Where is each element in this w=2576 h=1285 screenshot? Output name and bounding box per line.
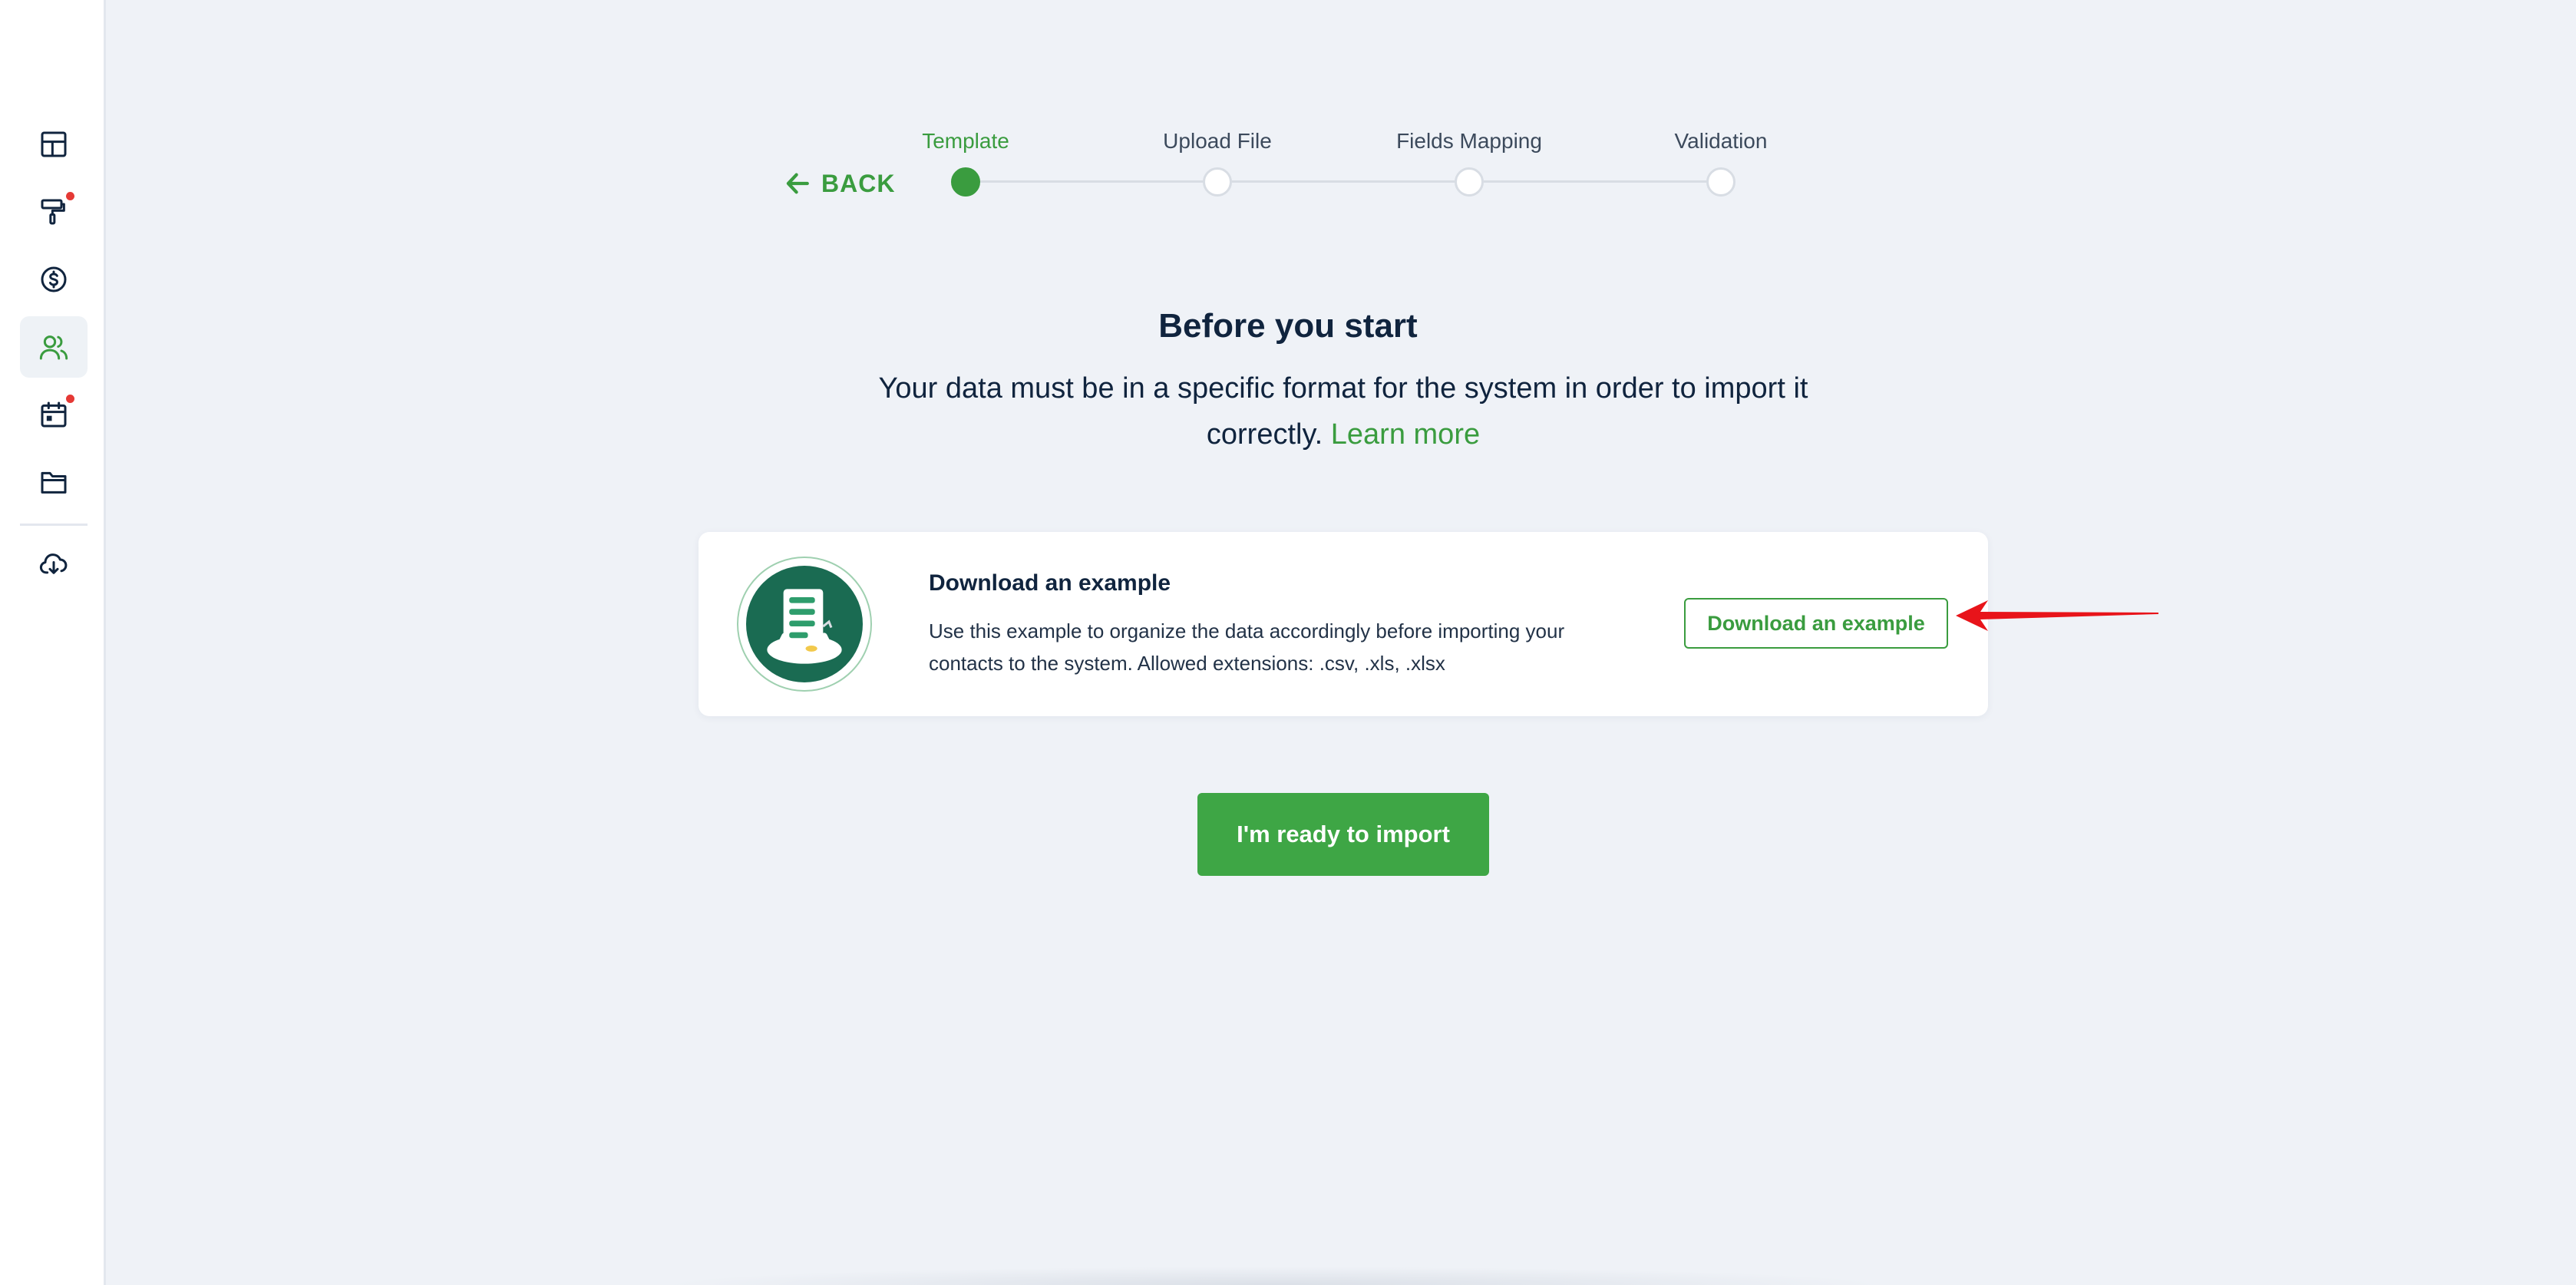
step-label: Template <box>922 129 1009 153</box>
arrow-left-icon <box>786 173 809 194</box>
step-label: Upload File <box>1163 129 1272 153</box>
sidebar <box>0 0 106 1285</box>
stepper-track <box>966 180 1721 183</box>
intro-text: Your data must be in a specific format f… <box>844 365 1842 458</box>
back-button[interactable]: BACK <box>784 167 895 200</box>
download-example-button[interactable]: Download an example <box>1684 598 1948 649</box>
back-label: BACK <box>821 169 896 197</box>
paint-roller-icon <box>41 199 65 225</box>
step-indicator[interactable] <box>1455 167 1484 197</box>
step-indicator[interactable] <box>1203 167 1232 197</box>
learn-more-link[interactable]: Learn more <box>1331 418 1480 451</box>
cloud-download-icon <box>39 553 68 574</box>
sidebar-item-billing[interactable] <box>20 249 88 310</box>
sidebar-item-import[interactable] <box>20 533 88 595</box>
calendar-icon <box>41 401 67 428</box>
sidebar-divider <box>20 524 88 526</box>
sidebar-item-dashboard[interactable] <box>20 114 88 175</box>
dollar-icon <box>41 266 67 292</box>
step-indicator[interactable] <box>1706 167 1735 197</box>
page-title: Before you start <box>1158 307 1418 345</box>
step-indicator[interactable] <box>951 167 980 197</box>
step-label: Validation <box>1674 129 1768 153</box>
card-title: Download an example <box>929 570 1171 596</box>
card-illustration <box>737 557 872 692</box>
spreadsheet-document-icon <box>746 566 863 682</box>
notification-dot <box>64 393 76 405</box>
sidebar-item-jobs[interactable] <box>20 181 88 243</box>
ready-to-import-button[interactable]: I'm ready to import <box>1197 793 1489 876</box>
card-description: Use this example to organize the data ac… <box>929 619 1565 675</box>
folder-icon <box>41 471 67 494</box>
annotation-arrow <box>1956 600 2158 631</box>
sidebar-item-calendar[interactable] <box>20 384 88 445</box>
download-example-card: Download an example Use this example to … <box>698 532 1988 716</box>
dashboard-icon <box>41 131 67 157</box>
step-label: Fields Mapping <box>1396 129 1542 153</box>
notification-dot <box>64 190 76 202</box>
bottom-shadow <box>660 1267 1888 1285</box>
sidebar-item-files[interactable] <box>20 451 88 513</box>
